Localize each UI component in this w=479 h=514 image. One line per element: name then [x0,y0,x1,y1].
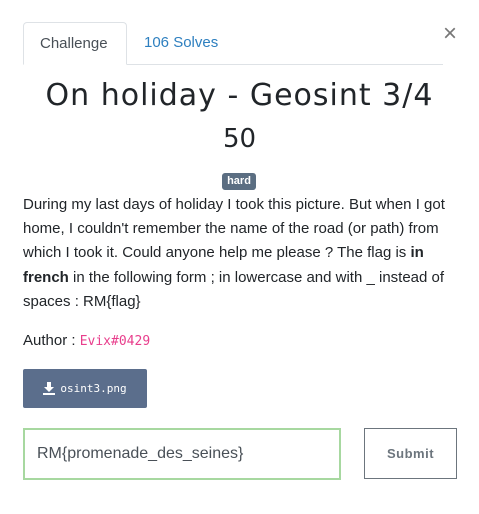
challenge-description: During my last days of holiday I took th… [23,193,463,314]
submit-button[interactable]: Submit [364,428,457,479]
challenge-tabs: Challenge 106 Solves [23,22,443,65]
difficulty-badge: hard [222,173,256,190]
download-file-button[interactable]: osint3.png [23,369,147,408]
description-text-part2: in the following form ; in lowercase and… [23,268,445,310]
flag-input[interactable] [23,428,341,480]
author-line: Author : Evix#0429 [23,330,150,353]
author-label: Author : [23,332,80,349]
tab-solves[interactable]: 106 Solves [128,22,234,64]
author-name: Evix#0429 [79,334,151,349]
download-icon [43,382,56,395]
challenge-points: 50 [222,124,257,154]
close-icon[interactable]: × [440,20,460,48]
description-text-part1: During my last days of holiday I took th… [23,196,445,262]
challenge-title: On holiday - Geosint 3/4 [45,78,434,113]
tab-challenge[interactable]: Challenge [23,22,127,65]
file-name: osint3.png [60,382,127,395]
